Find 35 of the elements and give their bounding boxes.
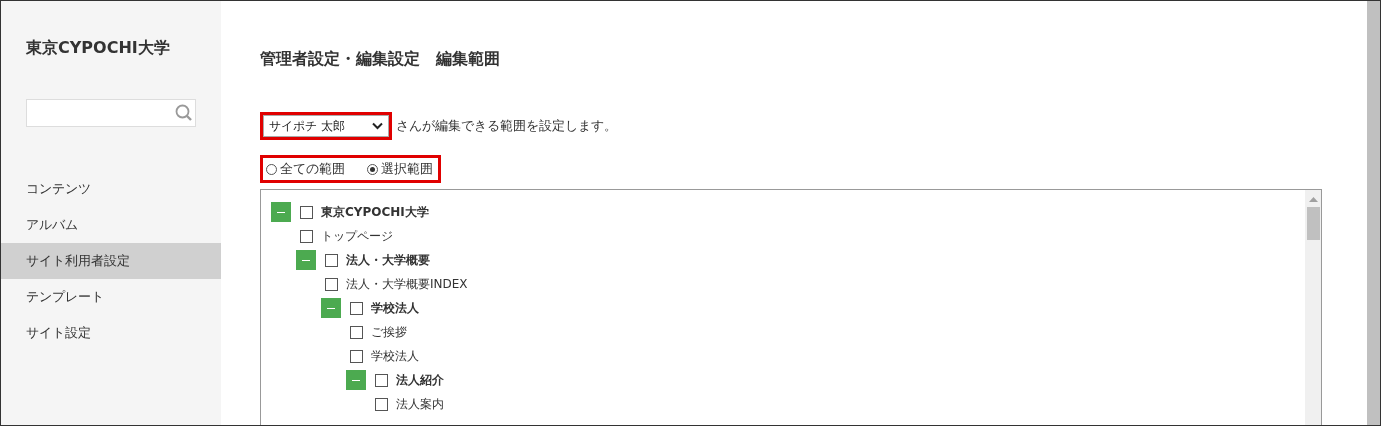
scrollbar[interactable] — [1305, 190, 1321, 425]
checkbox[interactable] — [300, 229, 313, 243]
nav-item[interactable]: コンテンツ — [1, 171, 221, 207]
nav-item[interactable]: サイト利用者設定 — [1, 243, 221, 279]
tree-item-label[interactable]: ご挨拶 — [371, 323, 407, 341]
page-scrollbar[interactable] — [1367, 1, 1380, 425]
tree-item-label[interactable]: トップページ — [321, 227, 393, 245]
radio-option[interactable]: 全ての範囲 — [266, 160, 345, 178]
site-title: 東京CYPOCHI大学 — [26, 38, 171, 59]
nav-item[interactable]: アルバム — [1, 207, 221, 243]
checkbox[interactable] — [375, 373, 388, 387]
tree-item-label[interactable]: 法人・大学概要 — [346, 251, 430, 269]
search-icon[interactable] — [175, 104, 193, 122]
checkbox[interactable] — [325, 253, 338, 267]
checkbox[interactable] — [350, 349, 363, 363]
tree-item-label[interactable]: 東京CYPOCHI大学 — [321, 203, 429, 221]
chevron-down-icon — [372, 122, 383, 130]
nav-item[interactable]: サイト設定 — [1, 315, 221, 351]
user-dropdown[interactable]: サイポチ 太郎 — [263, 115, 389, 137]
page-title: 管理者設定・編集設定 編集範囲 — [260, 49, 501, 70]
tree-item-label[interactable]: 学校法人 — [371, 347, 419, 365]
tree-item-label[interactable]: 法人案内 — [396, 395, 444, 413]
nav-item[interactable]: テンプレート — [1, 279, 221, 315]
checkbox[interactable] — [350, 301, 363, 315]
checkbox[interactable] — [375, 397, 388, 411]
checkbox[interactable] — [350, 325, 363, 339]
checkbox[interactable] — [300, 205, 313, 219]
search-field[interactable] — [26, 99, 196, 127]
tree-item-label[interactable]: 学校法人 — [371, 299, 419, 317]
radio-option[interactable]: 選択範囲 — [367, 160, 433, 178]
checkbox[interactable] — [325, 277, 338, 291]
description-text: さんが編集できる範囲を設定します。 — [396, 117, 617, 135]
tree-item-label[interactable]: 法人・大学概要INDEX — [346, 275, 468, 293]
tree-item-label[interactable]: 法人紹介 — [396, 371, 444, 389]
scrollbar-thumb[interactable] — [1306, 207, 1320, 240]
